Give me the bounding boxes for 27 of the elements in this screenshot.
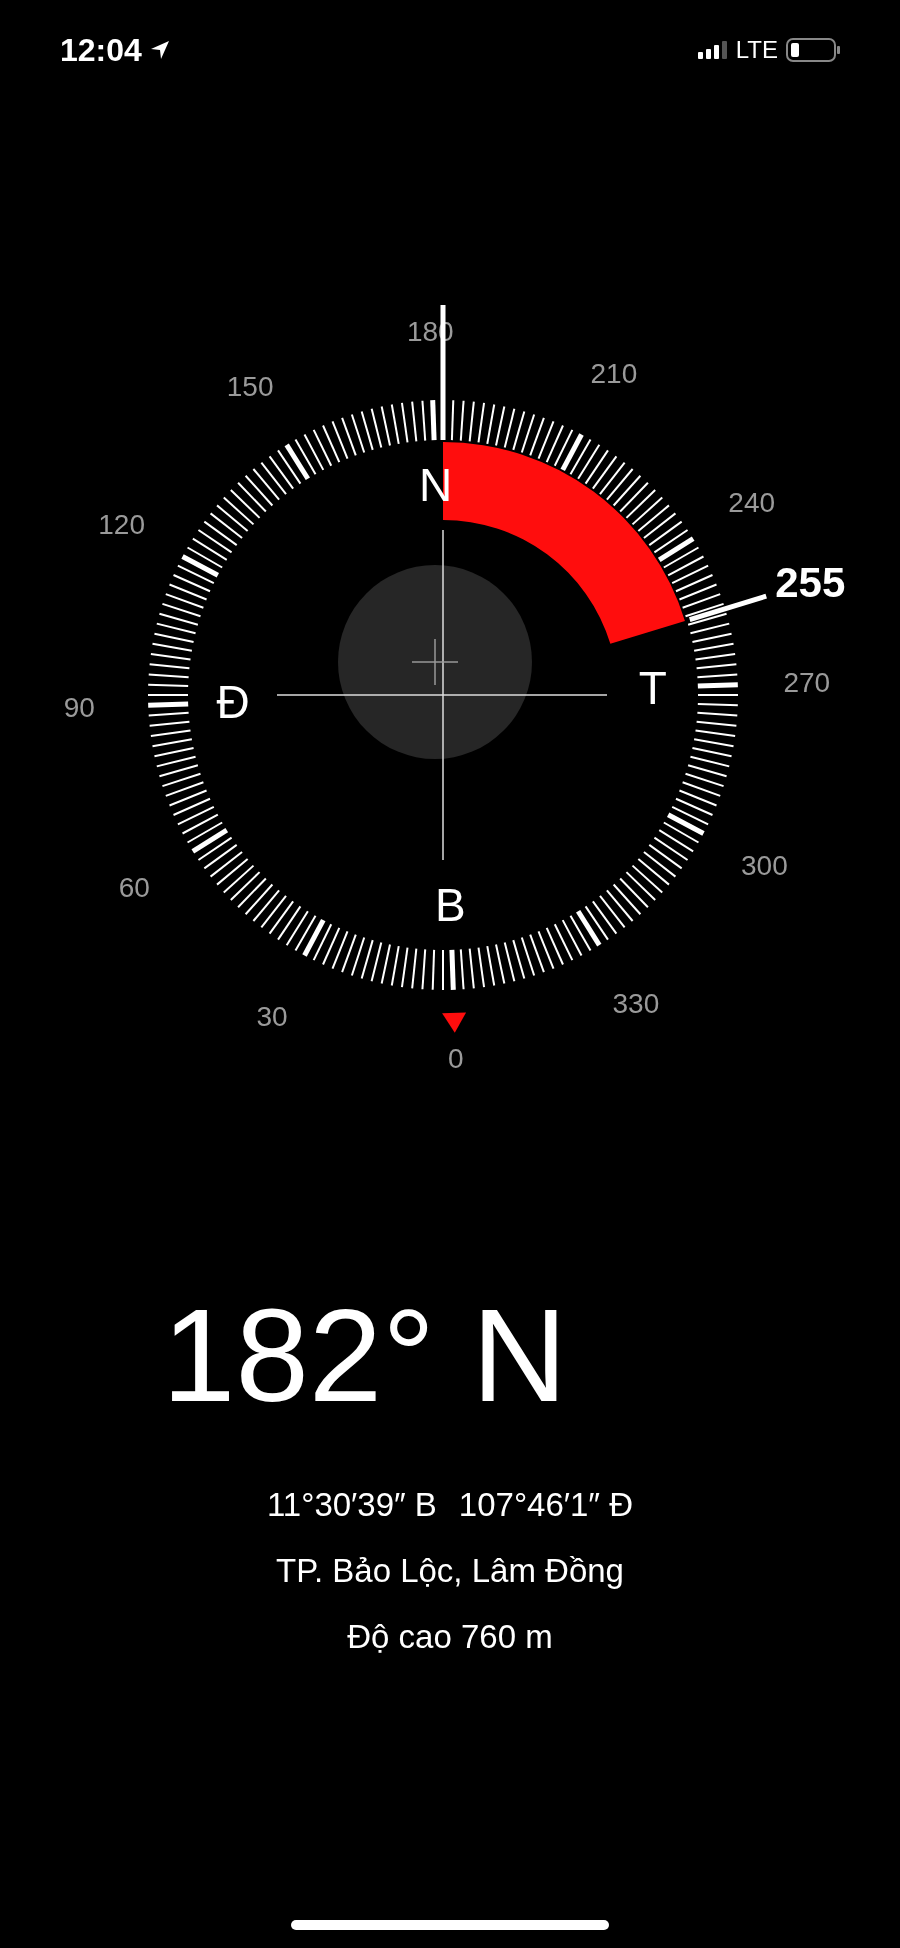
network-type: LTE xyxy=(735,36,778,64)
signal-icon xyxy=(697,40,728,60)
degree-label: 240 xyxy=(728,486,776,518)
place-name: TP. Bảo Lộc, Lâm Đồng xyxy=(276,1552,624,1590)
bearing-value: 255 xyxy=(775,559,846,607)
degree-label: 300 xyxy=(741,850,788,882)
triangle-pointer-icon xyxy=(442,1012,467,1033)
battery-icon xyxy=(786,38,840,62)
cardinal-letter: Đ xyxy=(216,676,250,729)
degree-label: 270 xyxy=(783,666,831,698)
crosshair-icon xyxy=(411,638,459,686)
degree-label: 120 xyxy=(98,508,145,540)
heading-readout: 182° N xyxy=(162,1290,568,1422)
degree-label: 330 xyxy=(612,988,660,1020)
degree-label: 0 xyxy=(447,1043,464,1075)
degree-label: 210 xyxy=(590,358,638,390)
elevation-text: Độ cao 760 m xyxy=(347,1618,553,1656)
location-arrow-icon xyxy=(149,40,170,60)
cardinal-letter: B xyxy=(435,878,466,931)
status-time: 12:04 xyxy=(60,31,142,69)
degree-label: 90 xyxy=(63,692,95,724)
cardinal-letter: T xyxy=(638,661,667,714)
coordinate-text: 11°30′39″ B xyxy=(266,1486,437,1524)
degree-label: 150 xyxy=(226,370,274,402)
coordinate-text: 107°46′1″ Đ xyxy=(458,1486,634,1524)
degree-label: 60 xyxy=(118,872,150,904)
degree-label: 30 xyxy=(256,1000,288,1032)
